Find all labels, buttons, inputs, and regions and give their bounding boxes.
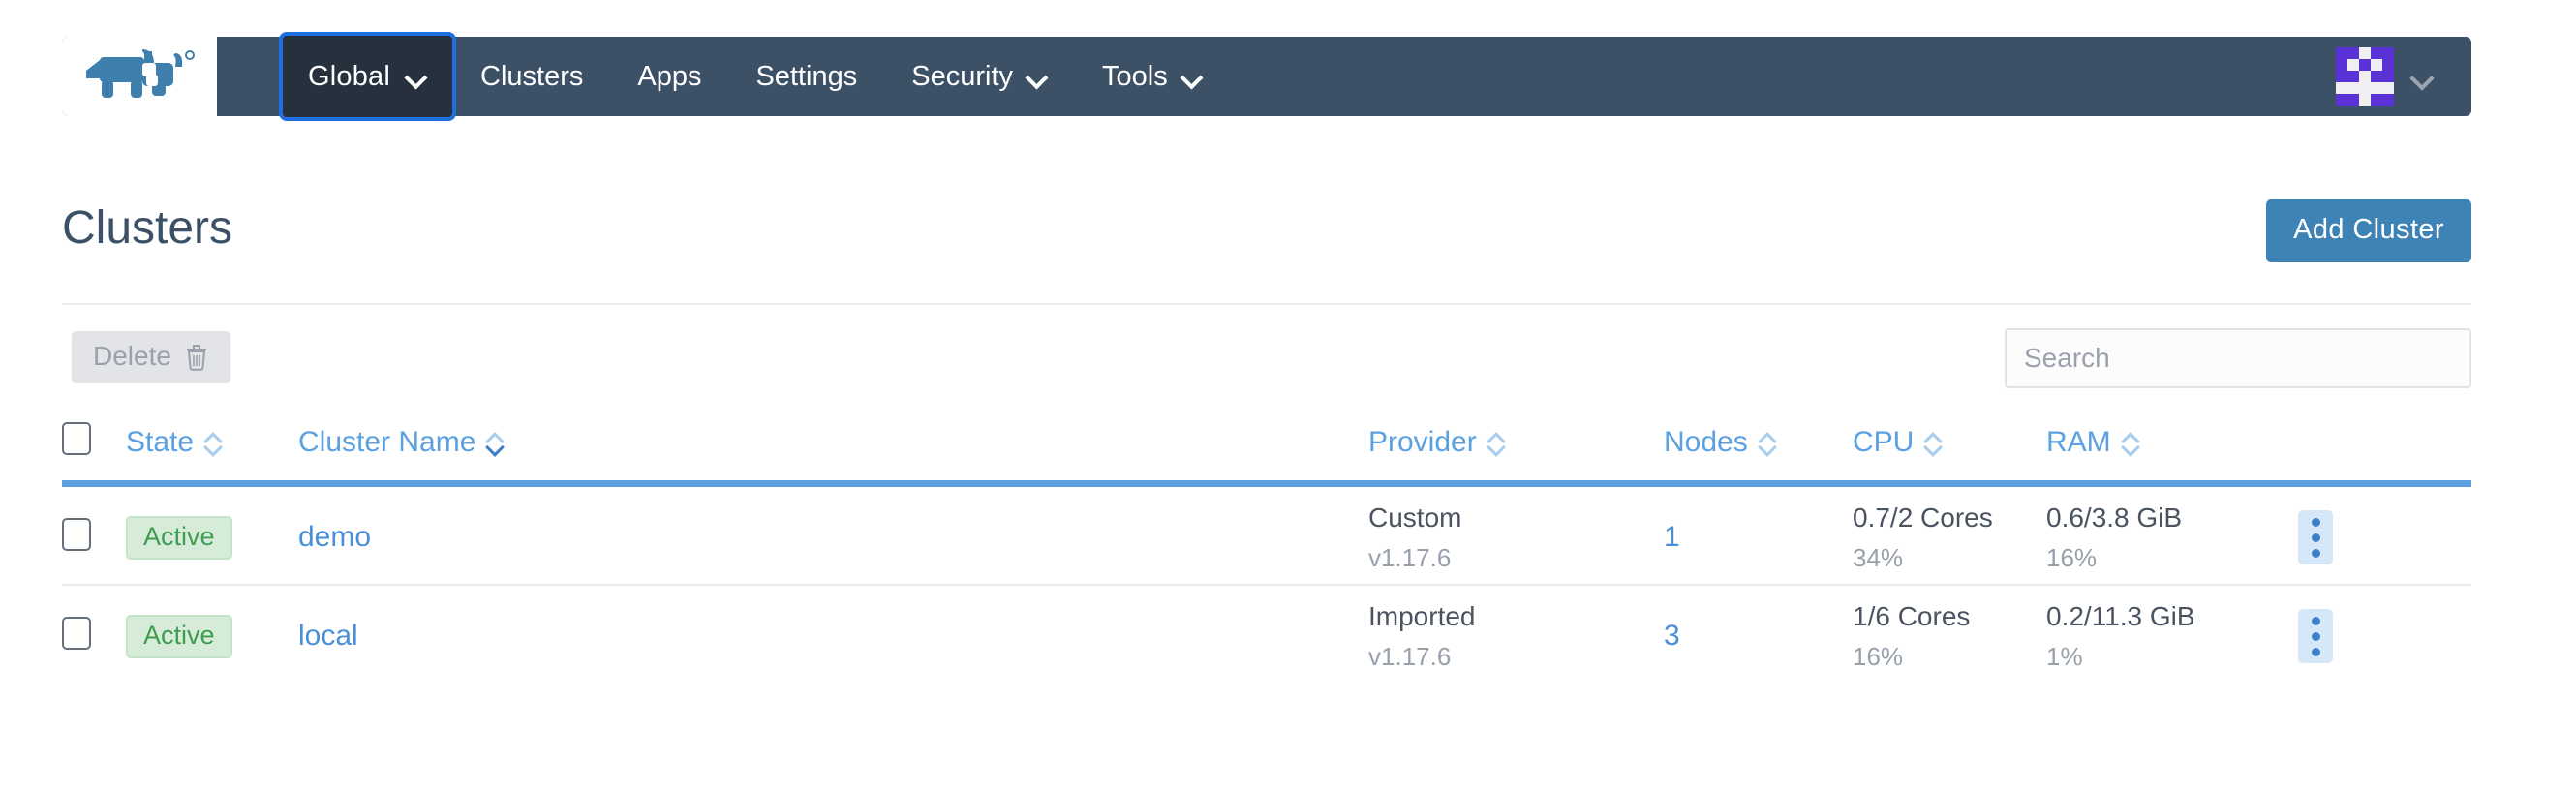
status-badge: Active (126, 614, 232, 658)
row-select-cell[interactable] (62, 586, 126, 683)
chevron-down-icon (406, 70, 427, 83)
status-badge: Active (126, 515, 232, 560)
cpu-value: 1/6 Cores (1853, 601, 1971, 631)
cluster-name-link[interactable]: demo (298, 521, 371, 553)
column-header-label: Provider (1368, 426, 1477, 458)
context-separator-arrow (436, 64, 449, 89)
kebab-menu-icon[interactable] (2298, 510, 2333, 564)
column-header-label: Nodes (1664, 426, 1748, 458)
rancher-logo[interactable] (62, 37, 217, 116)
column-header-label: State (126, 426, 195, 458)
chevron-down-icon (1181, 70, 1203, 83)
nav-item-tools[interactable]: Tools (1075, 37, 1230, 116)
row-nodes-cell: 1 (1664, 487, 1853, 584)
row-actions-cell (2298, 487, 2471, 584)
row-cpu-cell: 1/6 Cores 16% (1853, 586, 2046, 683)
column-header-state[interactable]: State (126, 416, 298, 480)
sort-icon (205, 433, 221, 453)
table-toolbar: Delete (62, 328, 2471, 401)
nav-item-label: Security (911, 60, 1014, 92)
row-provider-cell: Custom v1.17.6 (1368, 487, 1664, 584)
cpu-percent: 34% (1853, 543, 1904, 572)
row-name-cell: local (298, 586, 1368, 683)
select-all-checkbox[interactable] (62, 422, 91, 455)
add-cluster-button[interactable]: Add Cluster (2266, 199, 2471, 262)
select-all-header[interactable] (62, 416, 126, 480)
row-state-cell: Active (126, 586, 298, 683)
row-state-cell: Active (126, 487, 298, 584)
ram-value: 0.6/3.8 GiB (2046, 503, 2183, 533)
column-header-label: Cluster Name (298, 426, 476, 458)
delete-button-label: Delete (93, 341, 171, 371)
nav-item-label: Apps (637, 60, 702, 92)
sort-icon (1760, 433, 1775, 453)
column-header-actions (2298, 416, 2471, 480)
ram-value: 0.2/11.3 GiB (2046, 601, 2195, 631)
cpu-value: 0.7/2 Cores (1853, 503, 1993, 533)
clusters-table: State Cluster Name Provider Nodes CPU RA… (62, 416, 2471, 683)
sort-icon (1925, 433, 1941, 453)
row-nodes-cell: 3 (1664, 586, 1853, 683)
cpu-percent: 16% (1853, 642, 1904, 671)
row-provider-cell: Imported v1.17.6 (1368, 586, 1664, 683)
nodes-count-link[interactable]: 1 (1664, 521, 1680, 553)
ram-percent: 1% (2046, 642, 2083, 671)
page-title: Clusters (62, 202, 233, 254)
kebab-menu-icon[interactable] (2298, 609, 2333, 663)
table-row[interactable]: Active local Imported v1.17.6 3 1/6 Core… (62, 586, 2471, 683)
delete-button[interactable]: Delete (72, 331, 230, 383)
page-header: Clusters Add Cluster (62, 192, 2471, 289)
search-input[interactable] (2005, 328, 2471, 388)
row-actions-cell (2298, 586, 2471, 683)
nav-item-label: Tools (1102, 60, 1168, 92)
column-header-ram[interactable]: RAM (2046, 416, 2298, 480)
column-header-nodes[interactable]: Nodes (1664, 416, 1853, 480)
header-divider (62, 303, 2471, 305)
provider-version: v1.17.6 (1368, 642, 1452, 671)
nav-item-label: Settings (755, 60, 858, 92)
row-name-cell: demo (298, 487, 1368, 584)
nav-item-clusters[interactable]: Clusters (453, 37, 610, 116)
nodes-count-link[interactable]: 3 (1664, 620, 1680, 652)
table-header-rule (62, 480, 2471, 487)
column-header-cpu[interactable]: CPU (1853, 416, 2046, 480)
nav-item-label: Clusters (480, 60, 584, 92)
trash-icon (184, 342, 209, 371)
identicon-avatar (2336, 47, 2394, 106)
row-checkbox[interactable] (62, 517, 91, 551)
column-header-label: RAM (2046, 426, 2111, 458)
chevron-down-icon (2411, 70, 2435, 84)
sort-icon-active (487, 433, 503, 453)
sort-icon (2123, 433, 2138, 453)
nav-links: Clusters Apps Settings Security Tools (453, 37, 1230, 116)
row-checkbox[interactable] (62, 616, 91, 650)
column-header-cluster-name[interactable]: Cluster Name (298, 416, 1368, 480)
chevron-down-icon (1027, 70, 1048, 83)
provider-version: v1.17.6 (1368, 543, 1452, 572)
context-selector-global[interactable]: Global (279, 32, 457, 121)
table-header-row: State Cluster Name Provider Nodes CPU RA… (62, 416, 2471, 480)
provider-name: Imported (1368, 601, 1476, 631)
context-selector-label: Global (308, 60, 391, 92)
rancher-cow-logo (86, 49, 195, 98)
provider-name: Custom (1368, 503, 1462, 533)
row-ram-cell: 0.2/11.3 GiB 1% (2046, 586, 2298, 683)
main-navigation-bar: Global Clusters Apps Settings Security T… (62, 32, 2471, 121)
ram-percent: 16% (2046, 543, 2098, 572)
column-header-label: CPU (1853, 426, 1915, 458)
row-cpu-cell: 0.7/2 Cores 34% (1853, 487, 2046, 584)
user-menu[interactable] (2336, 37, 2471, 116)
table-row[interactable]: Active demo Custom v1.17.6 1 0.7/2 Cores… (62, 487, 2471, 584)
top-bar-region: Global Clusters Apps Settings Security T… (0, 0, 2576, 143)
row-select-cell[interactable] (62, 487, 126, 584)
row-ram-cell: 0.6/3.8 GiB 16% (2046, 487, 2298, 584)
sort-icon (1488, 433, 1504, 453)
column-header-provider[interactable]: Provider (1368, 416, 1664, 480)
cluster-name-link[interactable]: local (298, 620, 358, 652)
nav-item-security[interactable]: Security (884, 37, 1075, 116)
nav-item-settings[interactable]: Settings (728, 37, 884, 116)
nav-item-apps[interactable]: Apps (610, 37, 728, 116)
